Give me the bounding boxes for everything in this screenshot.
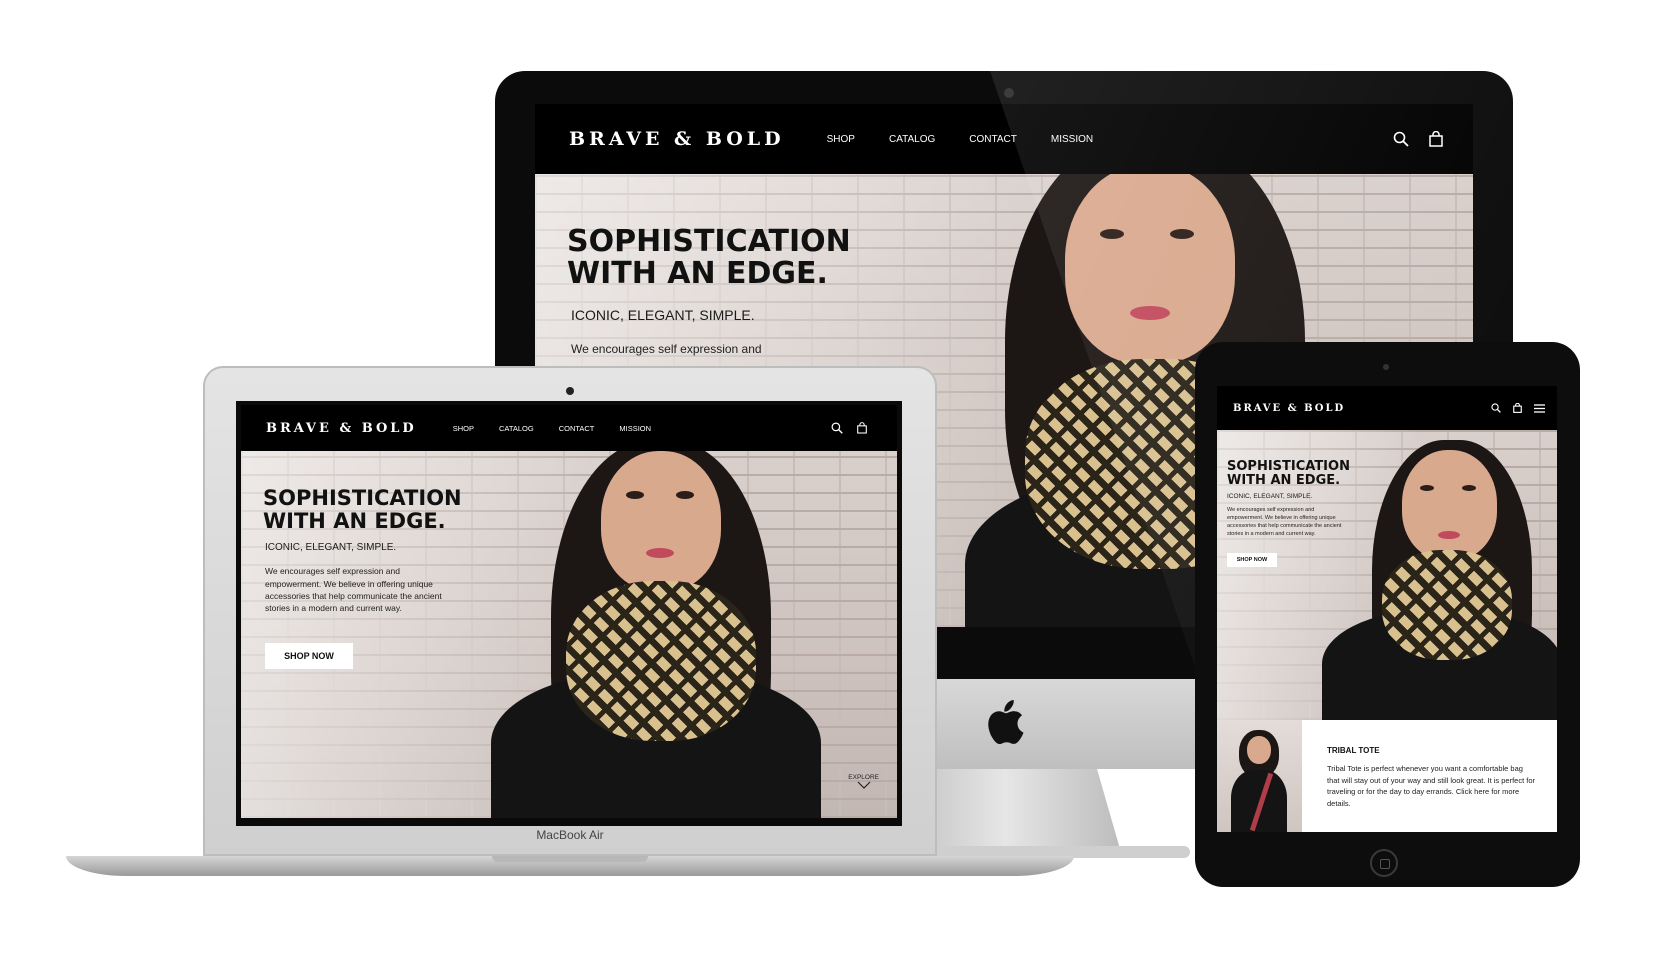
shopping-bag-icon[interactable] bbox=[1513, 403, 1522, 413]
macbook-screen: BRAVE & BOLD SHOP CATALOG CONTACT MISSIO… bbox=[241, 405, 897, 818]
scarf-graphic bbox=[566, 581, 756, 741]
hamburger-menu-icon[interactable] bbox=[1534, 403, 1545, 413]
shopping-bag-icon[interactable] bbox=[857, 422, 867, 434]
macbook-headline-line2: WITH AN EDGE. bbox=[263, 508, 446, 533]
macbook-nav-mission[interactable]: MISSION bbox=[619, 424, 651, 433]
ipad-body-text: We encourages self expression and empowe… bbox=[1227, 507, 1342, 537]
macbook-subheadline: ICONIC, ELEGANT, SIMPLE. bbox=[265, 542, 397, 554]
ipad-model-image bbox=[1322, 430, 1557, 720]
ipad-subheadline: ICONIC, ELEGANT, SIMPLE. bbox=[1227, 493, 1313, 501]
search-icon[interactable] bbox=[1393, 131, 1409, 147]
imac-camera bbox=[1004, 88, 1014, 98]
ipad-camera bbox=[1383, 364, 1389, 370]
apple-logo-icon bbox=[984, 699, 1024, 750]
ipad-hero-banner: SOPHISTICATION WITH AN EDGE. ICONIC, ELE… bbox=[1217, 430, 1557, 720]
imac-nav-mission[interactable]: MISSION bbox=[1051, 134, 1093, 145]
ipad-screen: BRAVE & BOLD SOPHISTICATION WITH AN EDGE… bbox=[1217, 386, 1557, 832]
macbook-body-text: We encourages self expression and empowe… bbox=[265, 566, 442, 614]
imac-nav-menu: SHOP CATALOG CONTACT MISSION bbox=[827, 134, 1093, 145]
macbook-headline-line1: SOPHISTICATION bbox=[263, 486, 462, 510]
product-thumbnail[interactable] bbox=[1217, 720, 1302, 832]
product-title[interactable]: TRIBAL TOTE bbox=[1327, 746, 1537, 755]
macbook-explore[interactable]: EXPLORE bbox=[848, 774, 879, 792]
ipad-headline-line2: WITH AN EDGE. bbox=[1227, 473, 1341, 489]
product-description: Tribal Tote is perfect whenever you want… bbox=[1327, 764, 1536, 808]
macbook-label: MacBook Air bbox=[536, 828, 604, 842]
macbook-shop-now-button[interactable]: SHOP NOW bbox=[265, 642, 353, 669]
macbook-nav-shop[interactable]: SHOP bbox=[453, 424, 474, 433]
macbook-hero-banner: SOPHISTICATION WITH AN EDGE. ICONIC, ELE… bbox=[241, 451, 897, 818]
ipad-shop-now-button[interactable]: SHOP NOW bbox=[1227, 552, 1277, 567]
shopping-bag-icon[interactable] bbox=[1429, 131, 1443, 147]
search-icon[interactable] bbox=[831, 422, 843, 434]
macbook-logo[interactable]: BRAVE & BOLD bbox=[266, 421, 417, 436]
ipad-home-button[interactable] bbox=[1370, 849, 1398, 877]
macbook-nav-icons bbox=[831, 422, 867, 434]
macbook-notch bbox=[492, 856, 648, 862]
ipad-logo[interactable]: BRAVE & BOLD bbox=[1233, 403, 1345, 414]
ipad-headline-line1: SOPHISTICATION bbox=[1227, 459, 1350, 474]
macbook-camera bbox=[566, 387, 574, 395]
imac-nav-shop[interactable]: SHOP bbox=[827, 134, 855, 145]
imac-subheadline: ICONIC, ELEGANT, SIMPLE. bbox=[571, 306, 755, 323]
ipad-nav-bar: BRAVE & BOLD bbox=[1217, 386, 1557, 430]
macbook-model-image bbox=[491, 451, 831, 818]
imac-headline-line2: WITH AN EDGE. bbox=[567, 256, 828, 292]
ipad-nav-icons bbox=[1491, 403, 1545, 413]
imac-headline-line1: SOPHISTICATION bbox=[567, 224, 851, 259]
imac-logo[interactable]: BRAVE & BOLD bbox=[569, 128, 785, 150]
macbook-nav-bar: BRAVE & BOLD SHOP CATALOG CONTACT MISSIO… bbox=[241, 405, 897, 451]
imac-body-text: We encourages self expression and bbox=[571, 341, 762, 356]
imac-nav-contact[interactable]: CONTACT bbox=[969, 134, 1017, 145]
chevron-down-icon bbox=[857, 781, 871, 792]
macbook-nav-catalog[interactable]: CATALOG bbox=[499, 424, 534, 433]
scarf-graphic bbox=[1382, 550, 1512, 660]
imac-nav-bar: BRAVE & BOLD SHOP CATALOG CONTACT MISSIO… bbox=[535, 104, 1473, 174]
imac-nav-catalog[interactable]: CATALOG bbox=[889, 134, 935, 145]
search-icon[interactable] bbox=[1491, 403, 1501, 413]
explore-label: EXPLORE bbox=[848, 774, 879, 781]
imac-nav-icons bbox=[1393, 131, 1443, 147]
macbook-nav-contact[interactable]: CONTACT bbox=[559, 424, 595, 433]
ipad-product-card[interactable]: TRIBAL TOTE Tribal Tote is perfect whene… bbox=[1217, 720, 1557, 832]
macbook-nav-menu: SHOP CATALOG CONTACT MISSION bbox=[453, 424, 651, 433]
